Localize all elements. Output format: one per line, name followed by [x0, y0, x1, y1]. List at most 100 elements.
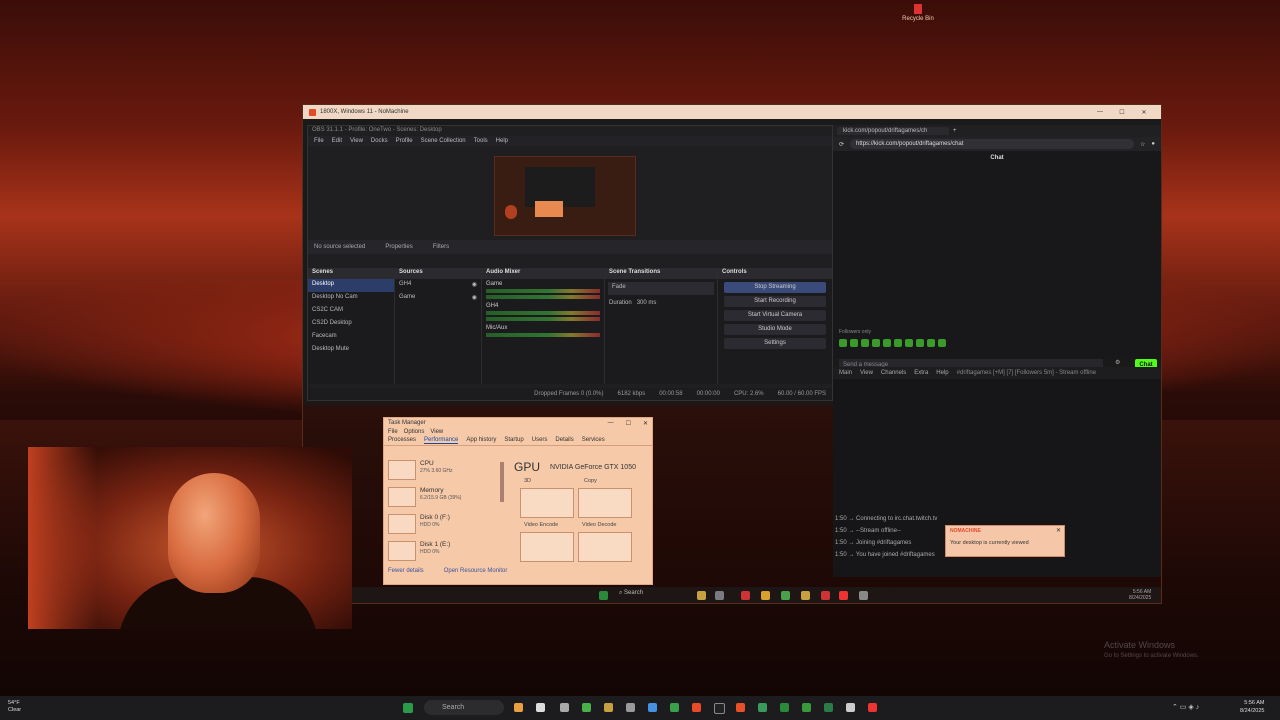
scene-item[interactable]: Desktop: [308, 279, 394, 292]
reload-icon[interactable]: ⟳: [839, 141, 844, 148]
tm-menu-item[interactable]: File: [388, 429, 398, 435]
obs-menu-help[interactable]: Help: [496, 138, 508, 144]
emote-icon[interactable]: [905, 339, 913, 347]
app-icon[interactable]: [714, 703, 725, 714]
remote-search[interactable]: ⌕ Search: [619, 590, 643, 597]
app-icon[interactable]: [741, 591, 750, 600]
tray-icons[interactable]: ⌃ ▭ ◈ ♪: [1172, 703, 1199, 711]
nomachine-taskbar-icon[interactable]: [868, 703, 877, 712]
star-icon[interactable]: ☆: [1140, 141, 1145, 148]
studio-mode-button[interactable]: Studio Mode: [724, 324, 826, 335]
task-manager-window[interactable]: Task Manager — ☐ ✕ File Options View Pro…: [383, 417, 653, 585]
weather-widget[interactable]: 54°F Clear: [8, 700, 21, 714]
eye-icon[interactable]: ◉: [472, 294, 477, 301]
app-icon[interactable]: [802, 703, 811, 712]
emote-icon[interactable]: [850, 339, 858, 347]
tab-performance[interactable]: Performance: [424, 437, 459, 444]
obs-menu-docks[interactable]: Docks: [371, 138, 388, 144]
stop-streaming-button[interactable]: Stop Streaming: [724, 282, 826, 293]
irc-menu-item[interactable]: Help: [936, 370, 948, 376]
app-icon[interactable]: [648, 703, 657, 712]
resource-monitor-link[interactable]: Open Resource Monitor: [444, 568, 508, 574]
tab-processes[interactable]: Processes: [388, 437, 416, 444]
mixer-channel[interactable]: Game: [482, 279, 604, 301]
scene-item[interactable]: Facecam: [308, 331, 394, 344]
source-item[interactable]: ◉ Game: [395, 292, 481, 305]
tab-app-history[interactable]: App history: [466, 437, 496, 444]
scene-item[interactable]: Desktop Mute: [308, 344, 394, 357]
nomachine-titlebar[interactable]: 1800X, Windows 11 - NoMachine — ☐ ✕: [303, 105, 1161, 119]
address-bar[interactable]: https://kick.com/popout/driftagames/chat: [850, 139, 1134, 149]
maximize-icon[interactable]: ☐: [626, 420, 631, 427]
app-icon[interactable]: [781, 591, 790, 600]
app-icon[interactable]: [536, 703, 545, 712]
filters-button[interactable]: Filters: [433, 244, 449, 250]
start-icon[interactable]: [599, 591, 608, 600]
nomachine-window[interactable]: 1800X, Windows 11 - NoMachine — ☐ ✕ OBS …: [302, 104, 1162, 604]
settings-button[interactable]: Settings: [724, 338, 826, 349]
start-recording-button[interactable]: Start Recording: [724, 296, 826, 307]
perf-item-disk0[interactable]: Disk 0 (F:) HDD 0%: [388, 512, 488, 536]
obs-preview[interactable]: [494, 156, 636, 236]
app-icon[interactable]: [824, 703, 833, 712]
properties-button[interactable]: Properties: [385, 244, 412, 250]
chat-settings-icon[interactable]: ⚙: [1115, 359, 1120, 366]
app-icon[interactable]: [801, 591, 810, 600]
mixer-channel[interactable]: Mic/Aux: [482, 323, 604, 339]
obs-menu-view[interactable]: View: [350, 138, 363, 144]
tab-startup[interactable]: Startup: [504, 437, 523, 444]
app-icon[interactable]: [692, 703, 701, 712]
app-icon[interactable]: [761, 591, 770, 600]
app-icon[interactable]: [821, 591, 830, 600]
scene-item[interactable]: CS2D Desktop: [308, 318, 394, 331]
close-icon[interactable]: ✕: [1133, 109, 1155, 116]
obs-menu-tools[interactable]: Tools: [474, 138, 488, 144]
local-search[interactable]: Search: [424, 700, 504, 715]
emote-icon[interactable]: [861, 339, 869, 347]
windows-start-icon[interactable]: [403, 703, 413, 713]
app-icon[interactable]: [560, 703, 569, 712]
obs-menu-scene-collection[interactable]: Scene Collection: [421, 138, 466, 144]
nomachine-notification[interactable]: NOMACHINE ✕ Your desktop is currently vi…: [945, 525, 1065, 557]
tab-services[interactable]: Services: [582, 437, 605, 444]
obs-window[interactable]: OBS 31.1.1 - Profile: OneTwo - Scenes: D…: [307, 125, 833, 401]
perf-item-cpu[interactable]: CPU 27% 3.60 GHz: [388, 458, 488, 482]
scene-item[interactable]: Desktop No Cam: [308, 292, 394, 305]
scrollbar[interactable]: [500, 462, 504, 502]
obs-menu-profile[interactable]: Profile: [396, 138, 413, 144]
tm-menu-item[interactable]: View: [430, 429, 443, 435]
app-icon[interactable]: [846, 703, 855, 712]
app-icon[interactable]: [626, 703, 635, 712]
app-icon[interactable]: [582, 703, 591, 712]
task-manager-titlebar[interactable]: Task Manager — ☐ ✕: [384, 418, 652, 428]
perf-item-memory[interactable]: Memory 6.2/15.9 GB (39%): [388, 485, 488, 509]
minimize-icon[interactable]: —: [1089, 109, 1111, 115]
emote-icon[interactable]: [927, 339, 935, 347]
duration-input[interactable]: 300 ms: [637, 300, 657, 306]
browser-tab[interactable]: kick.com/popout/driftagames/ch: [837, 127, 949, 135]
app-icon[interactable]: [859, 591, 868, 600]
app-icon[interactable]: [670, 703, 679, 712]
irc-menu-item[interactable]: Extra: [914, 370, 928, 376]
browser-window[interactable]: kick.com/popout/driftagames/ch + ⟳ https…: [833, 125, 1161, 371]
app-icon[interactable]: [780, 703, 789, 712]
app-icon[interactable]: [758, 703, 767, 712]
start-virtual-camera-button[interactable]: Start Virtual Camera: [724, 310, 826, 321]
emote-icon[interactable]: [872, 339, 880, 347]
maximize-icon[interactable]: ☐: [1111, 109, 1133, 116]
minimize-icon[interactable]: —: [608, 420, 614, 426]
obs-menu-file[interactable]: File: [314, 138, 324, 144]
emote-icon[interactable]: [894, 339, 902, 347]
app-icon[interactable]: [514, 703, 523, 712]
perf-item-disk1[interactable]: Disk 1 (E:) HDD 0%: [388, 539, 488, 563]
profile-avatar[interactable]: ●: [1151, 141, 1155, 147]
emote-icon[interactable]: [839, 339, 847, 347]
mixer-channel[interactable]: GH4: [482, 301, 604, 323]
app-icon[interactable]: [839, 591, 848, 600]
tm-menu-item[interactable]: Options: [404, 429, 425, 435]
emote-icon[interactable]: [938, 339, 946, 347]
app-icon[interactable]: [604, 703, 613, 712]
notification-close-icon[interactable]: ✕: [1056, 527, 1061, 534]
emote-icon[interactable]: [916, 339, 924, 347]
close-icon[interactable]: ✕: [643, 420, 648, 427]
